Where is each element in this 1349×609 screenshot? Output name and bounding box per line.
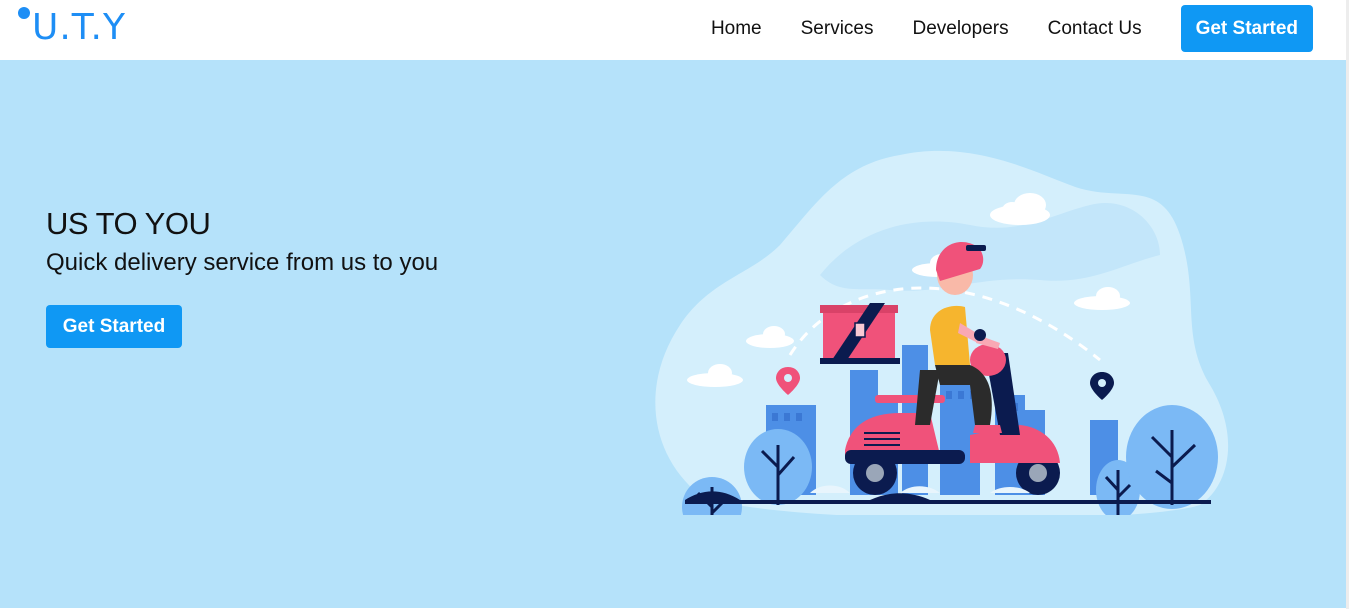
delivery-scooter-illustration xyxy=(655,150,1229,515)
logo-dot xyxy=(18,7,30,19)
ground-line xyxy=(685,500,1211,504)
nav-link-home[interactable]: Home xyxy=(711,18,762,40)
hero-get-started-button[interactable]: Get Started xyxy=(46,305,182,348)
nav-get-started-button[interactable]: Get Started xyxy=(1180,5,1313,52)
tree-icon xyxy=(1126,405,1218,509)
tree-icon xyxy=(744,429,812,505)
nav-link-contact-us[interactable]: Contact Us xyxy=(1048,18,1142,40)
hero-title: US TO YOU xyxy=(46,206,211,241)
logo[interactable]: U.T.Y xyxy=(18,6,126,50)
logo-text: U.T.Y xyxy=(32,7,126,48)
nav-link-services[interactable]: Services xyxy=(801,18,874,40)
navbar: U.T.Y Home Services Developers Contact U… xyxy=(0,0,1349,60)
nav-links: Home Services Developers Contact Us Get … xyxy=(711,5,1313,52)
nav-link-developers[interactable]: Developers xyxy=(912,18,1008,40)
delivery-box-icon xyxy=(820,303,900,364)
hero-subtitle: Quick delivery service from us to you xyxy=(46,249,439,276)
